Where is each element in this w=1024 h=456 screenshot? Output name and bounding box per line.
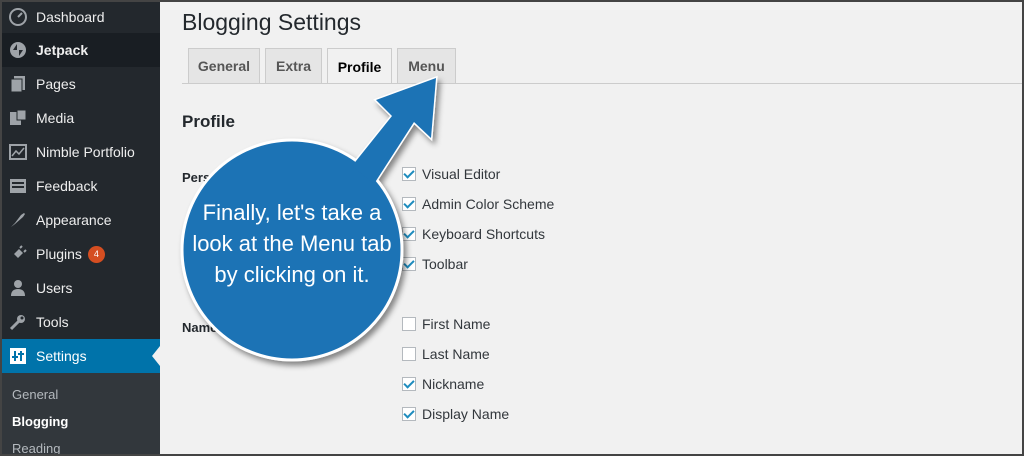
callout-text: Finally, let's take a look at the Menu t… [192,200,392,287]
callout-bubble [180,75,438,362]
